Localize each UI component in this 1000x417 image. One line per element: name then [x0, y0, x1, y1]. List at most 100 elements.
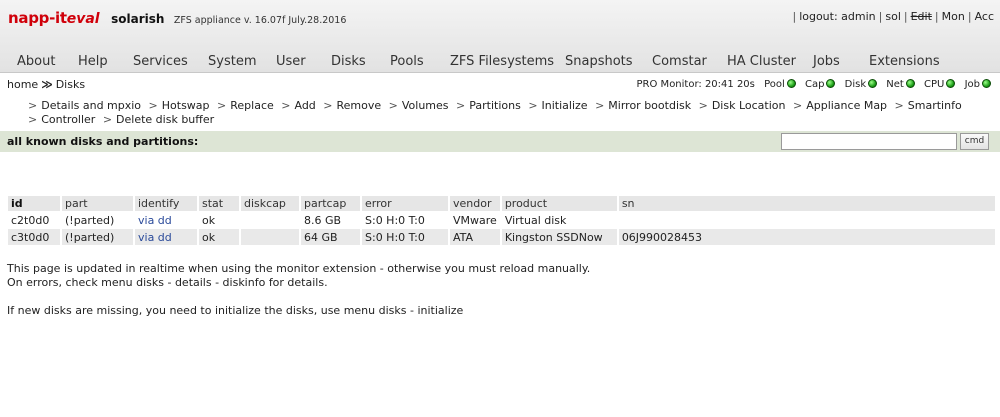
- nav-zfs-filesystems[interactable]: ZFS Filesystems: [450, 53, 554, 71]
- top-link-separator: |: [967, 10, 972, 23]
- submenu-item-label: Partitions: [469, 99, 521, 112]
- column-header-error[interactable]: error: [362, 196, 448, 211]
- cell-part: (!parted): [62, 212, 133, 228]
- submenu-item[interactable]: > Remove: [319, 99, 381, 112]
- submenu-item[interactable]: > Mirror bootdisk: [591, 99, 691, 112]
- cmd-input[interactable]: [781, 133, 957, 150]
- monitor-net[interactable]: Net: [886, 79, 915, 90]
- info-notes: This page is updated in realtime when us…: [7, 262, 590, 318]
- mon-link[interactable]: Mon: [942, 10, 965, 23]
- top-link-separator: |: [878, 10, 883, 23]
- nav-extensions[interactable]: Extensions: [869, 53, 940, 71]
- submenu-item[interactable]: > Details and mpxio: [24, 99, 141, 112]
- cell-product: Virtual disk: [501, 212, 617, 228]
- breadcrumb-home[interactable]: home: [7, 78, 38, 91]
- monitor-job[interactable]: Job: [965, 79, 991, 90]
- identify-link[interactable]: via dd: [138, 214, 172, 227]
- column-header-product[interactable]: product: [501, 196, 617, 211]
- table-row: c2t0d0 (!parted) via dd ok 8.6 GB S:0 H:0 T:0…: [8, 212, 995, 228]
- top-links: | logout: admin | sol | Edit | Mon | Acc: [789, 10, 994, 23]
- monitor-disk-label: Disk: [844, 79, 867, 90]
- table-body: c2t0d0 (!parted) via dd ok 8.6 GB S:0 H:0 T:0…: [8, 212, 995, 245]
- note-errors: On errors, check menu disks - details - …: [7, 276, 328, 289]
- submenu-item[interactable]: > Add: [277, 99, 316, 112]
- status-led-icon: [946, 79, 956, 88]
- cell-diskcap: [241, 212, 299, 228]
- submenu-arrow: >: [595, 99, 605, 112]
- submenu-item-label: Volumes: [401, 99, 449, 112]
- submenu-item-label: Smartinfo: [907, 99, 962, 112]
- monitor-cpu[interactable]: CPU: [924, 79, 956, 90]
- submenu-item[interactable]: > Replace: [213, 99, 274, 112]
- submenu-arrow: >: [148, 99, 158, 112]
- nav-pools[interactable]: Pools: [390, 53, 424, 71]
- status-led-icon: [868, 79, 878, 88]
- cell-part: (!parted): [62, 229, 133, 245]
- submenu-item[interactable]: > Smartinfo: [891, 99, 962, 112]
- submenu-item[interactable]: > Controller: [24, 113, 95, 126]
- nav-ha-cluster[interactable]: HA Cluster: [727, 53, 796, 71]
- column-header-diskcap[interactable]: diskcap: [241, 196, 299, 211]
- submenu-item[interactable]: > Disk Location: [695, 99, 786, 112]
- column-header-sn[interactable]: sn: [618, 196, 995, 211]
- note-initialize: If new disks are missing, you need to in…: [7, 304, 464, 317]
- monitor-job-label: Job: [964, 79, 980, 90]
- section-title: all known disks and partitions:: [7, 135, 199, 148]
- monitor-disk[interactable]: Disk: [844, 79, 878, 90]
- monitor-cap[interactable]: Cap: [805, 79, 836, 90]
- acc-link[interactable]: Acc: [975, 10, 994, 23]
- column-header-stat[interactable]: stat: [199, 196, 239, 211]
- nav-disks[interactable]: Disks: [331, 53, 366, 71]
- nav-user[interactable]: User: [276, 53, 306, 71]
- nav-about[interactable]: About: [17, 53, 55, 71]
- submenu-arrow: >: [28, 113, 38, 126]
- cell-diskcap: [241, 229, 299, 245]
- submenu-item[interactable]: > Delete disk buffer: [99, 113, 214, 126]
- submenu-arrow: >: [792, 99, 803, 112]
- submenu-item-label: Hotswap: [161, 99, 210, 112]
- submenu-arrow: >: [217, 99, 227, 112]
- nav-comstar[interactable]: Comstar: [652, 53, 707, 71]
- submenu-arrow: >: [388, 99, 398, 112]
- submenu-item[interactable]: > Initialize: [524, 99, 587, 112]
- status-led-icon: [905, 79, 915, 88]
- edit-link[interactable]: Edit: [911, 10, 932, 23]
- column-header-identify[interactable]: identify: [135, 196, 197, 211]
- status-led-icon: [982, 79, 991, 88]
- submenu-arrow: >: [456, 99, 466, 112]
- hostname: solarish: [111, 12, 165, 26]
- cell-stat: ok: [199, 212, 239, 228]
- monitor-label: PRO Monitor: 20:41 20s: [636, 79, 755, 90]
- cell-stat: ok: [199, 229, 239, 245]
- top-link-separator: |: [903, 10, 908, 23]
- column-header-part[interactable]: part: [62, 196, 133, 211]
- nav-help[interactable]: Help: [78, 53, 108, 71]
- submenu-item[interactable]: > Partitions: [452, 99, 521, 112]
- submenu-item[interactable]: > Hotswap: [145, 99, 210, 112]
- identify-link[interactable]: via dd: [138, 231, 172, 244]
- napp-it-logo[interactable]: napp-it: [8, 9, 67, 27]
- column-header-partcap[interactable]: partcap: [301, 196, 360, 211]
- column-header-id[interactable]: id: [8, 196, 60, 211]
- submenu-item[interactable]: > Appliance Map: [789, 99, 887, 112]
- breadcrumb-current[interactable]: Disks: [56, 78, 85, 91]
- disk-table: id part identify stat diskcap partcap error ven…: [6, 195, 997, 246]
- submenu-arrow: >: [102, 113, 113, 126]
- cmd-button[interactable]: cmd: [960, 133, 989, 150]
- nav-snapshots[interactable]: Snapshots: [565, 53, 633, 71]
- column-header-vendor[interactable]: vendor: [450, 196, 500, 211]
- cell-identify: via dd: [135, 229, 197, 245]
- submenu-item-label: Add: [294, 99, 316, 112]
- nav-system[interactable]: System: [208, 53, 256, 71]
- top-link-separator: |: [934, 10, 939, 23]
- logout-link[interactable]: logout: admin: [799, 10, 875, 23]
- submenu-item[interactable]: > Volumes: [385, 99, 449, 112]
- submenu-item-label: Appliance Map: [806, 99, 888, 112]
- nav-services[interactable]: Services: [133, 53, 188, 71]
- cell-id: c2t0d0: [8, 212, 60, 228]
- monitor-pool[interactable]: Pool: [764, 79, 796, 90]
- submenu-arrow: >: [323, 99, 333, 112]
- host-link[interactable]: sol: [885, 10, 901, 23]
- submenu-item-label: Mirror bootdisk: [608, 99, 692, 112]
- nav-jobs[interactable]: Jobs: [813, 53, 840, 71]
